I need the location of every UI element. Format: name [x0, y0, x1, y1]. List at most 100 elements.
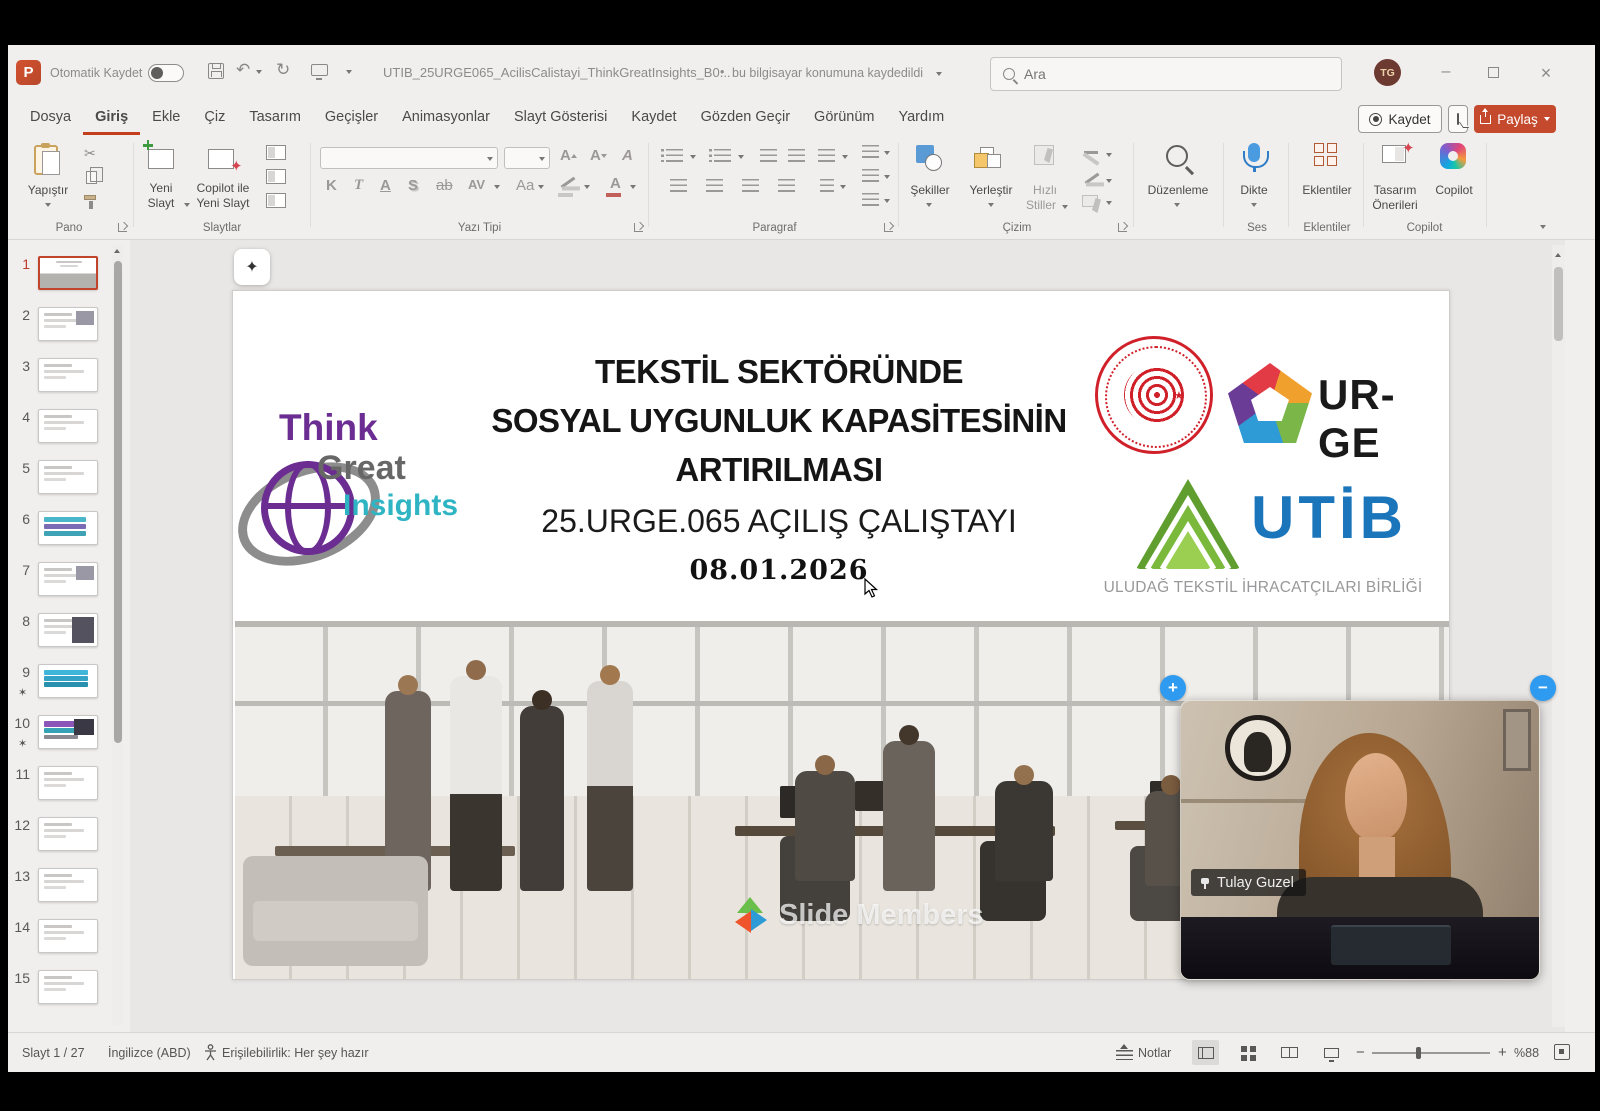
slide-subtitle[interactable]: 25.URGE.065 AÇILIŞ ÇALIŞTAYI: [479, 503, 1079, 540]
designer-button[interactable]: ✦: [234, 249, 270, 285]
slide-thumbnail-8[interactable]: [38, 613, 98, 647]
slide-title-line1[interactable]: TEKSTİL SEKTÖRÜNDE: [479, 353, 1079, 391]
zoom-level[interactable]: %88: [1514, 1046, 1539, 1060]
paragraph-dialog-launcher[interactable]: [884, 223, 893, 232]
tab-ekle[interactable]: Ekle: [140, 100, 192, 132]
cut-icon[interactable]: ✂: [84, 145, 96, 162]
tab-çiz[interactable]: Çiz: [192, 100, 237, 132]
vertical-scrollbar[interactable]: [1552, 245, 1565, 1027]
minimize-button[interactable]: –: [1436, 63, 1456, 81]
effects-caret-icon[interactable]: [1106, 201, 1112, 205]
undo-icon[interactable]: ↶: [236, 60, 250, 80]
close-button[interactable]: ×: [1536, 63, 1556, 84]
outline-caret-icon[interactable]: [1106, 179, 1112, 183]
align-text-caret-icon[interactable]: [884, 175, 890, 179]
clear-format-button[interactable]: A: [622, 147, 633, 164]
undo-caret-icon[interactable]: [256, 70, 262, 74]
scroll-up-icon[interactable]: [1555, 253, 1561, 257]
strikethrough-button[interactable]: ab: [436, 177, 453, 194]
font-color-caret-icon[interactable]: [630, 185, 636, 189]
normal-view-button[interactable]: [1192, 1040, 1219, 1065]
align-left-icon[interactable]: [670, 179, 687, 192]
columns-icon[interactable]: [820, 179, 834, 192]
slideshow-button[interactable]: [1318, 1040, 1345, 1065]
tab-tasarım[interactable]: Tasarım: [237, 100, 313, 132]
text-direction-caret-icon[interactable]: [884, 151, 890, 155]
qat-customize-icon[interactable]: [346, 70, 352, 74]
clipboard-dialog-launcher[interactable]: [118, 223, 127, 232]
slide-thumbnail-9[interactable]: [38, 664, 98, 698]
grow-font-button[interactable]: A: [560, 147, 577, 164]
format-painter-icon[interactable]: [84, 195, 96, 200]
change-case-button[interactable]: Aa: [516, 177, 534, 194]
font-dialog-launcher[interactable]: [634, 223, 643, 232]
font-name-select[interactable]: [320, 147, 498, 169]
line-spacing-icon[interactable]: [818, 149, 835, 162]
slide-thumbnail-7[interactable]: [38, 562, 98, 596]
shrink-font-button[interactable]: A: [590, 147, 607, 164]
underline-button[interactable]: A: [380, 177, 391, 194]
shape-effects-icon[interactable]: [1082, 195, 1098, 207]
slide-title-line3[interactable]: ARTIRILMASI: [479, 451, 1079, 489]
panel-scrollbar[interactable]: [112, 245, 123, 1025]
slide-thumbnail-2[interactable]: [38, 307, 98, 341]
account-avatar[interactable]: TG: [1374, 59, 1401, 86]
slide-sorter-button[interactable]: [1234, 1040, 1261, 1065]
zoom-out-button[interactable]: −: [1356, 1044, 1365, 1061]
slide-thumbnail-1[interactable]: [38, 256, 98, 290]
slide-thumbnail-14[interactable]: [38, 919, 98, 953]
align-text-icon[interactable]: [862, 169, 879, 182]
accessibility-status[interactable]: Erişilebilirlik: Her şey hazır: [222, 1046, 369, 1060]
decrease-indent-icon[interactable]: [760, 149, 777, 162]
bold-button[interactable]: K: [326, 177, 337, 194]
increase-indent-icon[interactable]: [788, 149, 805, 162]
language-status[interactable]: İngilizce (ABD): [108, 1046, 191, 1060]
tab-dosya[interactable]: Dosya: [18, 100, 83, 132]
justify-icon[interactable]: [778, 179, 795, 192]
slide-thumbnail-4[interactable]: [38, 409, 98, 443]
restore-button[interactable]: [1488, 67, 1499, 78]
numbering-caret-icon[interactable]: [738, 155, 744, 159]
align-center-icon[interactable]: [706, 179, 723, 192]
slide-thumbnail-11[interactable]: [38, 766, 98, 800]
search-box[interactable]: [990, 57, 1342, 91]
tab-yardım[interactable]: Yardım: [887, 100, 957, 132]
text-shadow-button[interactable]: S: [408, 177, 418, 194]
slide-thumbnail-6[interactable]: [38, 511, 98, 545]
text-direction-icon[interactable]: [862, 145, 879, 158]
char-spacing-button[interactable]: AV: [468, 177, 485, 192]
drawing-dialog-launcher[interactable]: [1118, 223, 1127, 232]
tab-kaydet[interactable]: Kaydet: [619, 100, 688, 132]
columns-caret-icon[interactable]: [840, 185, 846, 189]
spacing-caret2-icon[interactable]: [842, 155, 848, 159]
powerpoint-app-icon[interactable]: P: [16, 60, 41, 85]
record-button[interactable]: Kaydet: [1358, 105, 1442, 133]
slide-layout-icon[interactable]: [266, 145, 286, 160]
save-icon[interactable]: [208, 63, 224, 79]
slide-thumbnail-10[interactable]: [38, 715, 98, 749]
webcam-zoom-out-button[interactable]: −: [1530, 675, 1556, 701]
smartart-convert-icon[interactable]: [862, 193, 879, 206]
slide-thumbnail-5[interactable]: [38, 460, 98, 494]
slide-thumbnail-13[interactable]: [38, 868, 98, 902]
zoom-slider[interactable]: [1372, 1052, 1490, 1054]
reset-slide-icon[interactable]: [266, 169, 286, 184]
search-input[interactable]: [1024, 66, 1304, 82]
zoom-slider-thumb[interactable]: [1416, 1047, 1421, 1059]
slideshow-qat-icon[interactable]: [311, 64, 328, 76]
font-size-select[interactable]: [504, 147, 550, 169]
tab-gözden-geçir[interactable]: Gözden Geçir: [689, 100, 802, 132]
save-location-status[interactable]: bu bilgisayar konumuna kaydedildi: [732, 66, 923, 80]
document-filename[interactable]: UTIB_25URGE065_AcilisCalistayi_ThinkGrea…: [383, 65, 731, 80]
collapse-ribbon-icon[interactable]: [1540, 225, 1546, 229]
highlight-pen-icon[interactable]: [561, 177, 576, 189]
section-icon[interactable]: [266, 193, 286, 208]
slide-counter[interactable]: Slayt 1 / 27: [22, 1046, 85, 1060]
bullets-caret-icon[interactable]: [690, 155, 696, 159]
slide-thumbnail-15[interactable]: [38, 970, 98, 1004]
zoom-in-button[interactable]: +: [1498, 1044, 1507, 1061]
tab-görünüm[interactable]: Görünüm: [802, 100, 886, 132]
shape-fill-icon[interactable]: [1084, 151, 1098, 154]
redo-icon[interactable]: ↻: [276, 60, 290, 80]
webcam-zoom-in-button[interactable]: +: [1160, 675, 1186, 701]
